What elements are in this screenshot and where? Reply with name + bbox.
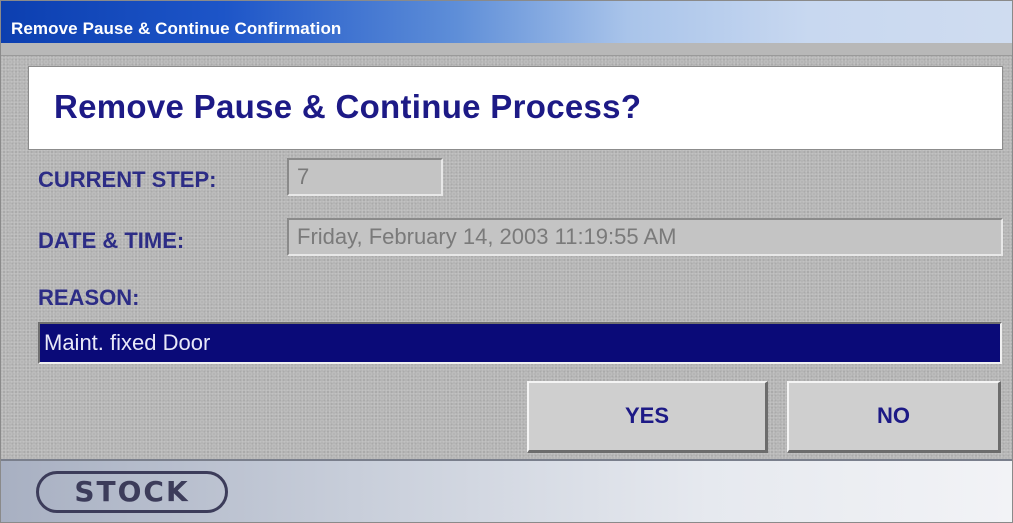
- title-bar[interactable]: Remove Pause & Continue Confirmation: [1, 1, 1012, 43]
- dialog-panel: Remove Pause & Continue Process? CURRENT…: [1, 56, 1012, 459]
- no-button[interactable]: NO: [787, 381, 1001, 453]
- confirmation-window: Remove Pause & Continue Confirmation Rem…: [0, 0, 1013, 523]
- yes-button[interactable]: YES: [527, 381, 768, 453]
- current-step-label: CURRENT STEP:: [38, 167, 217, 192]
- title-bar-divider: [1, 43, 1012, 56]
- stock-logo: STOCK: [36, 471, 228, 513]
- reason-label: REASON:: [38, 285, 140, 310]
- heading-box: Remove Pause & Continue Process?: [28, 66, 1003, 150]
- dialog-heading: Remove Pause & Continue Process?: [54, 88, 642, 125]
- window-title: Remove Pause & Continue Confirmation: [11, 19, 342, 38]
- date-time-label: DATE & TIME:: [38, 228, 185, 253]
- date-time-field: Friday, February 14, 2003 11:19:55 AM: [287, 218, 1003, 256]
- reason-input[interactable]: Maint. fixed Door: [38, 322, 1002, 364]
- footer-bar: STOCK: [1, 459, 1012, 522]
- current-step-field: 7: [287, 158, 443, 196]
